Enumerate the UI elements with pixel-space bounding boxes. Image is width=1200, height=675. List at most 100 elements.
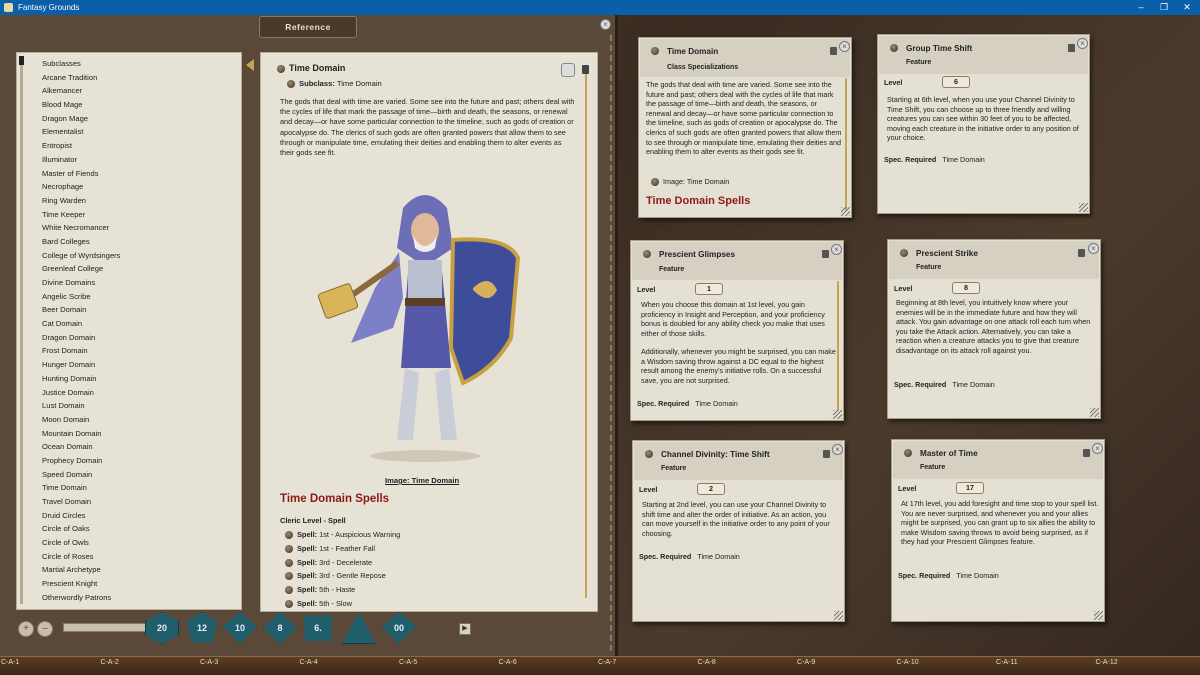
dice-icon[interactable]: 12 [185,612,219,644]
link-bullet-icon[interactable] [645,450,653,458]
list-item[interactable]: Angelic Scribe [17,290,241,304]
list-item[interactable]: Speed Domain [17,468,241,482]
lock-icon[interactable] [1078,249,1085,257]
maximize-icon[interactable]: ❐ [1153,0,1175,15]
list-item[interactable]: Master of Fiends [17,167,241,181]
list-item[interactable]: Circle of Oaks [17,522,241,536]
list-item[interactable]: Entropist [17,139,241,153]
link-bullet-icon[interactable] [285,531,293,540]
link-bullet-icon[interactable] [285,586,293,595]
list-item[interactable]: Martial Archetype [17,563,241,577]
list-item[interactable]: Ring Warden [17,194,241,208]
card-close-icon[interactable]: × [1088,243,1099,254]
card-master-of-time[interactable]: Master of Time Feature × Level 17 At 17t… [891,439,1105,622]
card-image-link[interactable]: Image: Time Domain [663,177,729,186]
list-item[interactable]: Illuminator [17,153,241,167]
level-value[interactable]: 1 [695,283,723,295]
list-item[interactable]: College of Wyrdsingers [17,249,241,263]
list-item[interactable]: Prescient Knight [17,577,241,591]
resize-handle[interactable] [1090,408,1099,417]
lock-icon[interactable] [823,450,830,458]
list-item[interactable]: Divine Domains [17,276,241,290]
level-value[interactable]: 8 [952,282,980,294]
card-scrollbar[interactable] [837,281,839,411]
dice-icon[interactable]: 20 [145,612,179,644]
link-bullet-icon[interactable] [890,44,898,52]
resize-handle[interactable] [834,611,843,620]
card-scrollbar[interactable] [845,78,847,210]
list-item[interactable]: Subclasses [17,57,241,71]
card-close-icon[interactable]: × [831,244,842,255]
lock-icon[interactable] [582,65,589,74]
link-bullet-icon[interactable] [285,572,293,581]
list-item[interactable]: Frost Domain [17,344,241,358]
link-bullet-icon[interactable] [285,558,293,567]
list-collapse-arrow-icon[interactable] [246,59,254,71]
link-bullet-icon[interactable] [651,47,659,55]
card-close-icon[interactable]: × [832,444,843,455]
list-item[interactable]: Prophecy Domain [17,454,241,468]
close-icon[interactable]: ✕ [1176,0,1198,15]
scrollbar-thumb[interactable] [19,56,24,65]
list-item[interactable]: Blood Mage [17,98,241,112]
list-item[interactable]: Mountain Domain [17,427,241,441]
link-bullet-icon[interactable] [904,449,912,457]
image-caption-link[interactable]: Image: Time Domain [385,476,459,485]
dice-icon[interactable]: 8 [263,612,297,644]
list-item[interactable]: Cat Domain [17,317,241,331]
link-bullet-icon[interactable] [285,544,293,553]
list-item[interactable]: Moon Domain [17,413,241,427]
list-item[interactable]: White Necromancer [17,221,241,235]
list-item[interactable]: Dragon Mage [17,112,241,126]
resize-handle[interactable] [841,207,850,216]
list-item[interactable]: Hunger Domain [17,358,241,372]
dice-icon[interactable]: 6. [301,612,335,644]
lock-icon[interactable] [822,250,829,258]
card-close-icon[interactable]: × [839,41,850,52]
list-item[interactable]: Druid Circles [17,509,241,523]
reference-close-icon[interactable]: × [600,19,611,30]
list-item[interactable]: Time Domain [17,481,241,495]
card-channel-divinity[interactable]: Channel Divinity: Time Shift Feature × L… [632,440,845,622]
card-close-icon[interactable]: × [1077,38,1088,49]
list-item[interactable]: Travel Domain [17,495,241,509]
list-item[interactable]: Dragon Domain [17,331,241,345]
link-bullet-icon[interactable] [643,250,651,258]
link-bullet-icon[interactable] [651,178,659,187]
link-bullet-icon[interactable] [277,64,285,73]
resize-handle[interactable] [1079,203,1088,212]
list-item[interactable]: Arcane Tradition [17,71,241,85]
list-item[interactable]: Elementalist [17,125,241,139]
card-time-domain[interactable]: Time Domain Class Specializations × The … [638,37,852,218]
add-icon[interactable]: + [18,621,34,637]
list-item[interactable]: Ocean Domain [17,440,241,454]
list-item[interactable]: Hunting Domain [17,372,241,386]
level-value[interactable]: 17 [956,482,984,494]
resize-handle[interactable] [833,410,842,419]
zoom-slider[interactable] [63,623,153,632]
resize-handle[interactable] [1094,611,1103,620]
card-prescient-glimpses[interactable]: Prescient Glimpses Feature × Level 1 Whe… [630,240,844,421]
list-item[interactable]: Greenleaf College [17,262,241,276]
list-item[interactable]: Lust Domain [17,399,241,413]
level-value[interactable]: 6 [942,76,970,88]
list-scrollbar[interactable] [19,56,24,604]
copy-icon[interactable] [561,63,575,77]
lock-icon[interactable] [830,47,837,55]
card-prescient-strike[interactable]: Prescient Strike Feature × Level 8 Begin… [887,239,1101,419]
dice-icon[interactable]: 00 [382,612,416,644]
list-item[interactable]: Alkemancer [17,84,241,98]
list-item[interactable]: Justice Domain [17,386,241,400]
card-group-time-shift[interactable]: Group Time Shift Feature × Level 6 Start… [877,34,1090,214]
level-value[interactable]: 2 [697,483,725,495]
link-bullet-icon[interactable] [287,80,295,88]
list-item[interactable]: Bard Colleges [17,235,241,249]
detail-scrollbar[interactable] [585,73,587,598]
list-item[interactable]: Time Keeper [17,208,241,222]
link-bullet-icon[interactable] [900,249,908,257]
list-item[interactable]: Otherwordly Patrons [17,591,241,605]
minimize-icon[interactable]: – [1130,0,1152,15]
list-item[interactable]: Necrophage [17,180,241,194]
dice-icon[interactable]: 10 [223,612,257,644]
card-close-icon[interactable]: × [1092,443,1103,454]
